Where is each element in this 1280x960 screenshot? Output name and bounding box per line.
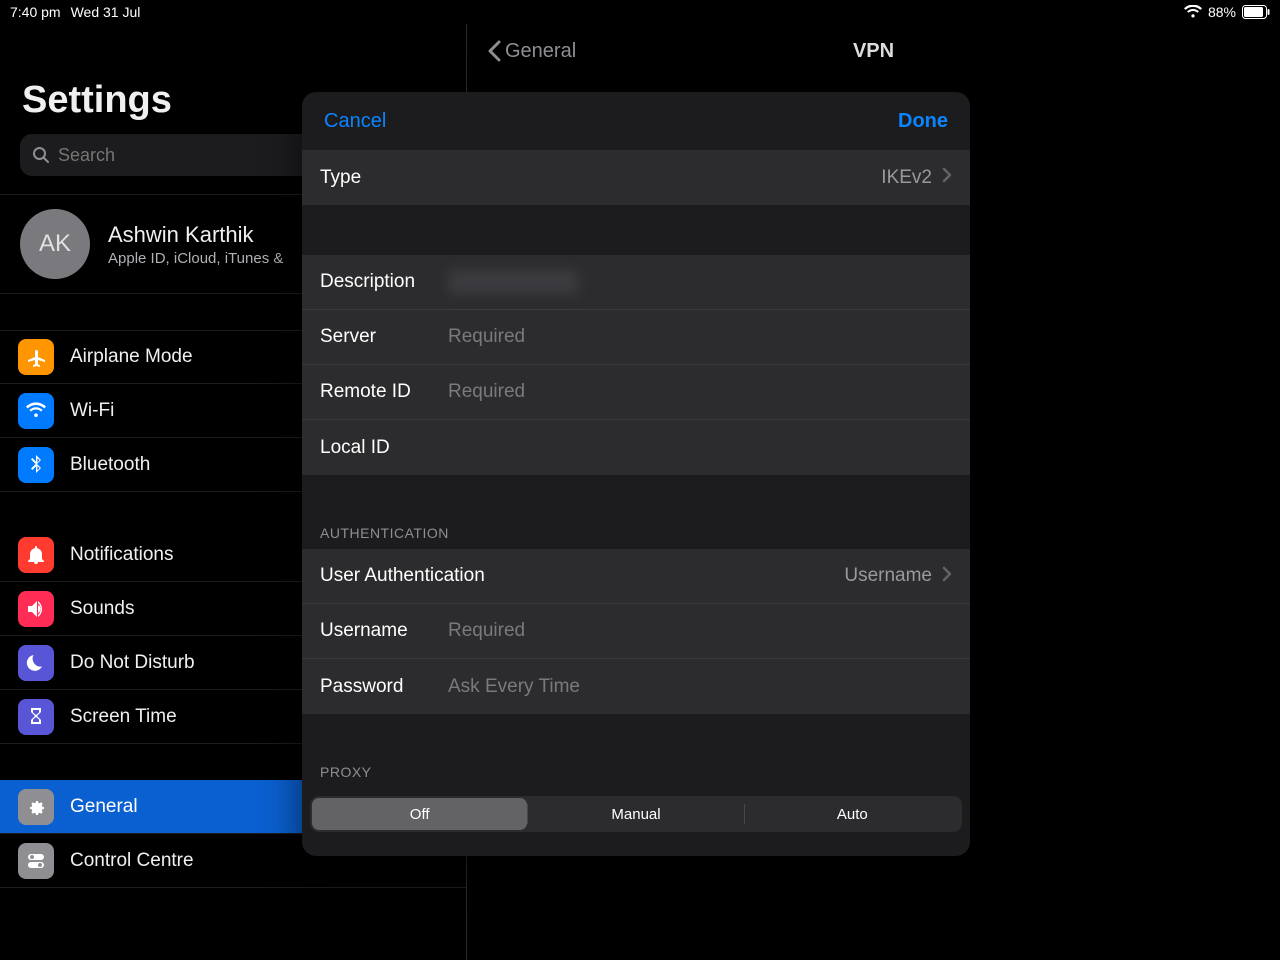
proxy-option-manual[interactable]: Manual	[528, 798, 743, 830]
local-id-input[interactable]	[448, 437, 952, 459]
status-bar: 7:40 pm Wed 31 Jul 88%	[0, 0, 1280, 24]
sidebar-item-label: Screen Time	[70, 706, 177, 728]
user-auth-label: User Authentication	[320, 565, 844, 587]
user-auth-value: Username	[844, 565, 938, 587]
auth-heading: AUTHENTICATION	[302, 525, 970, 549]
sidebar-item-label: General	[70, 796, 138, 818]
proxy-option-off[interactable]: Off	[312, 798, 527, 830]
server-input[interactable]	[448, 326, 952, 348]
username-row[interactable]: Username	[302, 604, 970, 659]
password-row[interactable]: Password	[302, 659, 970, 714]
remote-id-label: Remote ID	[320, 381, 448, 403]
remote-id-input[interactable]	[448, 381, 952, 403]
sidebar-item-label: Do Not Disturb	[70, 652, 195, 674]
wifi-icon	[1184, 5, 1202, 19]
chevron-left-icon	[487, 40, 501, 62]
sidebar-item-label: Sounds	[70, 598, 134, 620]
proxy-heading: PROXY	[302, 764, 970, 788]
type-row[interactable]: Type IKEv2	[302, 150, 970, 205]
status-time: 7:40 pm	[10, 4, 61, 20]
server-label: Server	[320, 326, 448, 348]
sidebar-item-label: Bluetooth	[70, 454, 150, 476]
back-button[interactable]: General	[487, 40, 576, 63]
bluetooth-icon	[18, 447, 54, 483]
description-row[interactable]: Description	[302, 255, 970, 310]
hourglass-icon	[18, 699, 54, 735]
local-id-label: Local ID	[320, 437, 448, 459]
chevron-right-icon	[942, 167, 952, 188]
account-name: Ashwin Karthik	[108, 222, 283, 248]
sidebar-item-label: Notifications	[70, 544, 174, 566]
user-auth-row[interactable]: User Authentication Username	[302, 549, 970, 604]
wifi-icon	[18, 393, 54, 429]
sidebar-item-label: Control Centre	[70, 850, 194, 872]
detail-title: VPN	[853, 40, 894, 63]
avatar: AK	[20, 209, 90, 279]
back-label: General	[505, 40, 576, 63]
toggles-icon	[18, 843, 54, 879]
remote-id-row[interactable]: Remote ID	[302, 365, 970, 420]
password-input[interactable]	[448, 676, 952, 698]
sidebar-item-label: Wi-Fi	[70, 400, 114, 422]
username-label: Username	[320, 620, 448, 642]
status-date: Wed 31 Jul	[71, 4, 141, 20]
search-icon	[32, 146, 50, 164]
server-row[interactable]: Server	[302, 310, 970, 365]
username-input[interactable]	[448, 620, 952, 642]
description-value-redacted	[448, 270, 578, 294]
moon-icon	[18, 645, 54, 681]
account-subtitle: Apple ID, iCloud, iTunes &	[108, 250, 283, 267]
done-button[interactable]: Done	[898, 110, 948, 133]
chevron-right-icon	[942, 566, 952, 587]
battery-pct: 88%	[1208, 4, 1236, 20]
description-label: Description	[320, 271, 448, 293]
bell-icon	[18, 537, 54, 573]
proxy-option-auto[interactable]: Auto	[745, 798, 960, 830]
battery-icon	[1242, 5, 1270, 19]
password-label: Password	[320, 676, 448, 698]
gear-icon	[18, 789, 54, 825]
vpn-config-modal: Cancel Done Type IKEv2 Description Server…	[302, 92, 970, 856]
local-id-row[interactable]: Local ID	[302, 420, 970, 475]
cancel-button[interactable]: Cancel	[324, 110, 386, 133]
type-label: Type	[320, 167, 448, 189]
proxy-segmented[interactable]: OffManualAuto	[310, 796, 962, 832]
sidebar-item-label: Airplane Mode	[70, 346, 193, 368]
sound-icon	[18, 591, 54, 627]
type-value: IKEv2	[881, 167, 938, 189]
airplane-icon	[18, 339, 54, 375]
